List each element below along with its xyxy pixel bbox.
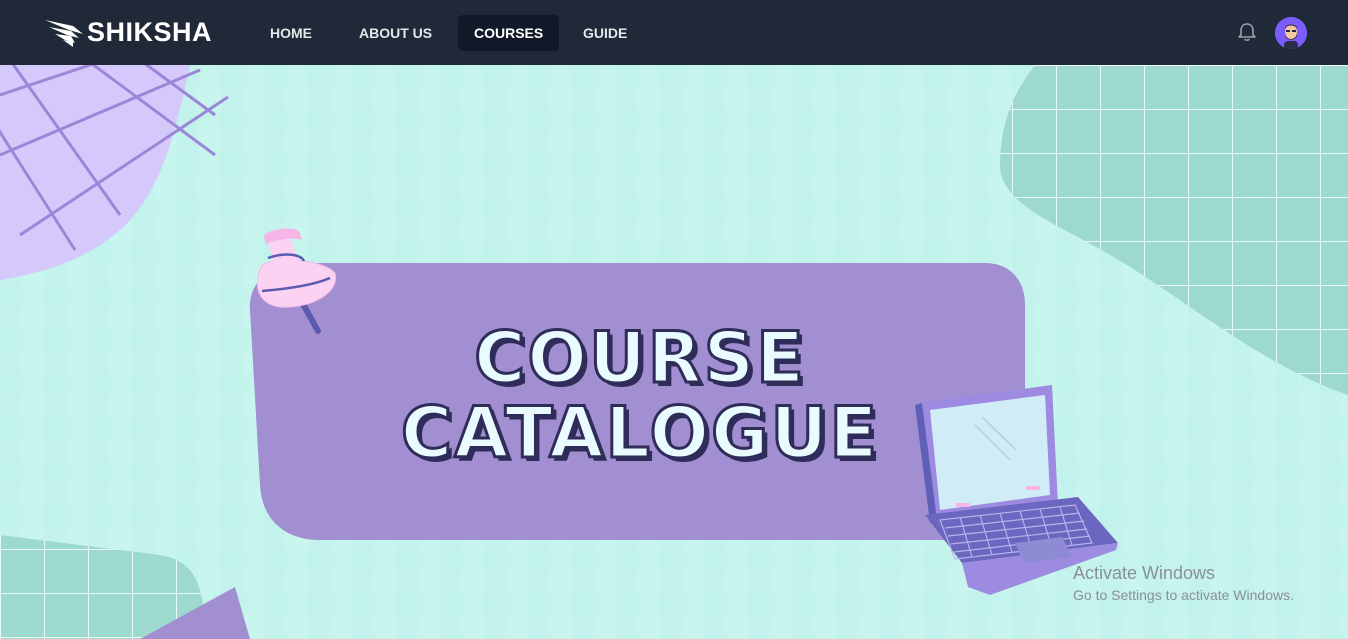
hero-title-line1: COURSE (473, 316, 806, 401)
brand-name: SHIKSHA (87, 16, 213, 47)
hero-banner: COURSE CATALOGUE (0, 65, 1348, 639)
top-navbar: SHIKSHA HOME ABOUT US COURSES GUIDE (0, 0, 1348, 65)
nav-courses[interactable]: COURSES (458, 15, 560, 51)
nav-guide[interactable]: GUIDE (567, 15, 643, 51)
hero-title-line2: CATALOGUE (399, 391, 880, 476)
nav-home[interactable]: HOME (254, 15, 328, 51)
nav-about-us[interactable]: ABOUT US (343, 15, 448, 51)
windows-watermark-title: Activate Windows (1073, 563, 1216, 583)
windows-watermark-subtitle: Go to Settings to activate Windows. (1073, 587, 1294, 603)
brand[interactable]: SHIKSHA (43, 16, 212, 48)
wing-logo-icon (45, 20, 83, 47)
bell-icon[interactable] (1236, 21, 1258, 43)
user-avatar-icon[interactable] (1275, 17, 1307, 49)
